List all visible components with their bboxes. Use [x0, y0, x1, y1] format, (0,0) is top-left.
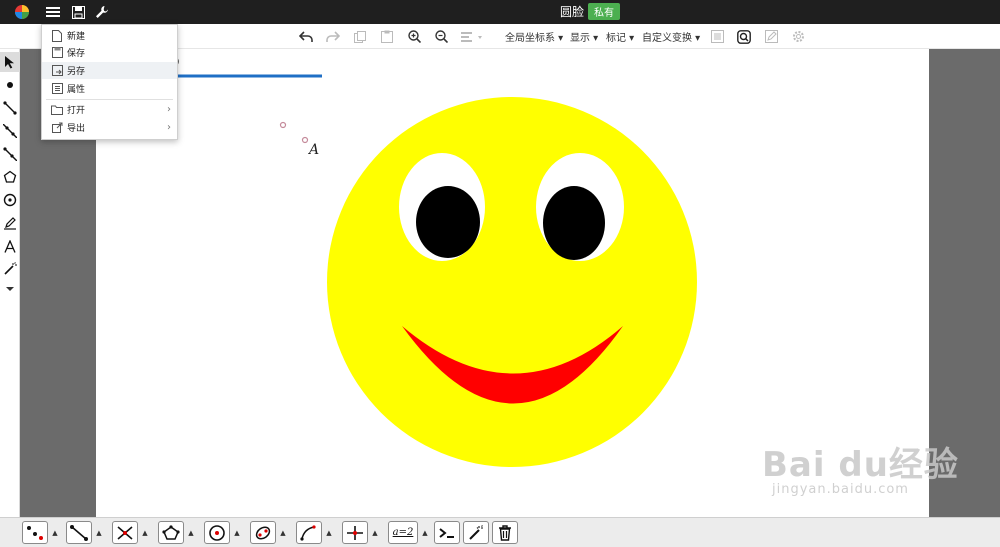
- privacy-badge: 私有: [588, 3, 621, 20]
- intersection-group-expand-icon[interactable]: ▲: [138, 521, 152, 544]
- left-tool-panel: [0, 49, 20, 517]
- redo-icon[interactable]: [325, 28, 341, 45]
- bottom-tool-bar: ▲ ▲ ▲ ▲ ▲ ▲ ▲ ▲ a=2 ▲: [0, 517, 1000, 547]
- polygon-tool-icon[interactable]: [0, 167, 20, 187]
- circle-tool-icon[interactable]: [0, 190, 20, 210]
- magic-wand-button[interactable]: [463, 521, 489, 544]
- perpendicular-group-expand-icon[interactable]: ▲: [368, 521, 382, 544]
- menu-item-save-as[interactable]: 另存: [42, 62, 177, 79]
- save-as-icon: [51, 65, 63, 77]
- submenu-chevron-icon: ›: [167, 104, 171, 115]
- delete-trash-button[interactable]: [492, 521, 518, 544]
- point-tool-icon[interactable]: [0, 75, 20, 95]
- save-icon: [51, 47, 63, 59]
- circle-group-button[interactable]: [204, 521, 230, 544]
- menu-item-open[interactable]: 打开 ›: [42, 101, 177, 118]
- face-circle[interactable]: [327, 97, 697, 467]
- top-bar: 圆脸 私有: [0, 0, 1000, 24]
- menu-item-save[interactable]: 保存: [42, 44, 177, 61]
- polygon-group-expand-icon[interactable]: ▲: [184, 521, 198, 544]
- menu-item-export[interactable]: 导出 ›: [42, 119, 177, 136]
- paste-icon[interactable]: [379, 28, 395, 45]
- expression-button[interactable]: a=2: [388, 521, 418, 544]
- title-group: 圆脸 私有: [560, 3, 621, 20]
- perpendicular-group-button[interactable]: [342, 521, 368, 544]
- select-arrow-icon[interactable]: [0, 52, 20, 72]
- wrench-icon[interactable]: [94, 4, 110, 20]
- right-pupil[interactable]: [543, 186, 605, 260]
- new-file-icon: [51, 29, 63, 42]
- baidu-watermark: Bai du经验 jingyan.baidu.com: [762, 445, 959, 497]
- align-dropdown-icon[interactable]: [460, 28, 486, 45]
- submenu-chevron-icon: ›: [167, 122, 171, 133]
- left-pupil[interactable]: [416, 186, 480, 258]
- arc-group-expand-icon[interactable]: ▲: [322, 521, 336, 544]
- arc-group-button[interactable]: [296, 521, 322, 544]
- magic-wand-icon[interactable]: [0, 259, 20, 279]
- properties-icon: [51, 83, 63, 95]
- zoom-in-icon[interactable]: [406, 28, 422, 45]
- more-tools-dropdown-icon[interactable]: [0, 279, 20, 299]
- open-folder-icon: [51, 104, 63, 116]
- expression-expand-icon[interactable]: ▲: [418, 521, 432, 544]
- circle-group-expand-icon[interactable]: ▲: [230, 521, 244, 544]
- line-group-expand-icon[interactable]: ▲: [92, 521, 106, 544]
- polygon-group-button[interactable]: [158, 521, 184, 544]
- point-a-label: A: [307, 142, 319, 158]
- conic-group-expand-icon[interactable]: ▲: [276, 521, 290, 544]
- point-group-button[interactable]: [22, 521, 48, 544]
- fullscreen-icon[interactable]: [709, 28, 725, 45]
- pen-tool-icon[interactable]: [0, 213, 20, 233]
- menu-mark[interactable]: 标记 ▾: [606, 29, 634, 44]
- search-object-icon[interactable]: [736, 28, 752, 45]
- conic-group-button[interactable]: [250, 521, 276, 544]
- file-dropdown-menu: 新建 保存 另存 属性 打开 › 导出 ›: [41, 24, 178, 140]
- point-free[interactable]: [279, 121, 287, 129]
- menu-item-properties[interactable]: 属性: [42, 80, 177, 97]
- intersection-group-button[interactable]: [112, 521, 138, 544]
- app-logo-icon[interactable]: [14, 4, 30, 20]
- edit-icon[interactable]: [763, 28, 779, 45]
- segment-tool-icon[interactable]: [0, 98, 20, 118]
- settings-gear-icon[interactable]: [790, 28, 806, 45]
- menu-coordinate-system[interactable]: 全局坐标系 ▾: [505, 29, 563, 44]
- line-group-button[interactable]: [66, 521, 92, 544]
- menu-display[interactable]: 显示 ▾: [570, 29, 598, 44]
- copy-icon[interactable]: [352, 28, 368, 45]
- hamburger-menu-icon[interactable]: [45, 4, 61, 20]
- command-prompt-button[interactable]: [434, 521, 460, 544]
- menu-custom-transform[interactable]: 自定义变换 ▾: [642, 29, 700, 44]
- text-tool-icon[interactable]: [0, 236, 20, 256]
- undo-icon[interactable]: [298, 28, 314, 45]
- page-title: 圆脸: [560, 5, 585, 19]
- zoom-out-icon[interactable]: [433, 28, 449, 45]
- line-tool-icon[interactable]: [0, 121, 20, 141]
- save-icon[interactable]: [70, 4, 86, 20]
- export-icon: [51, 122, 63, 134]
- ray-tool-icon[interactable]: [0, 144, 20, 164]
- menu-separator: [46, 99, 173, 100]
- point-a[interactable]: [301, 136, 309, 144]
- point-group-expand-icon[interactable]: ▲: [48, 521, 62, 544]
- menu-item-new[interactable]: 新建: [42, 27, 177, 44]
